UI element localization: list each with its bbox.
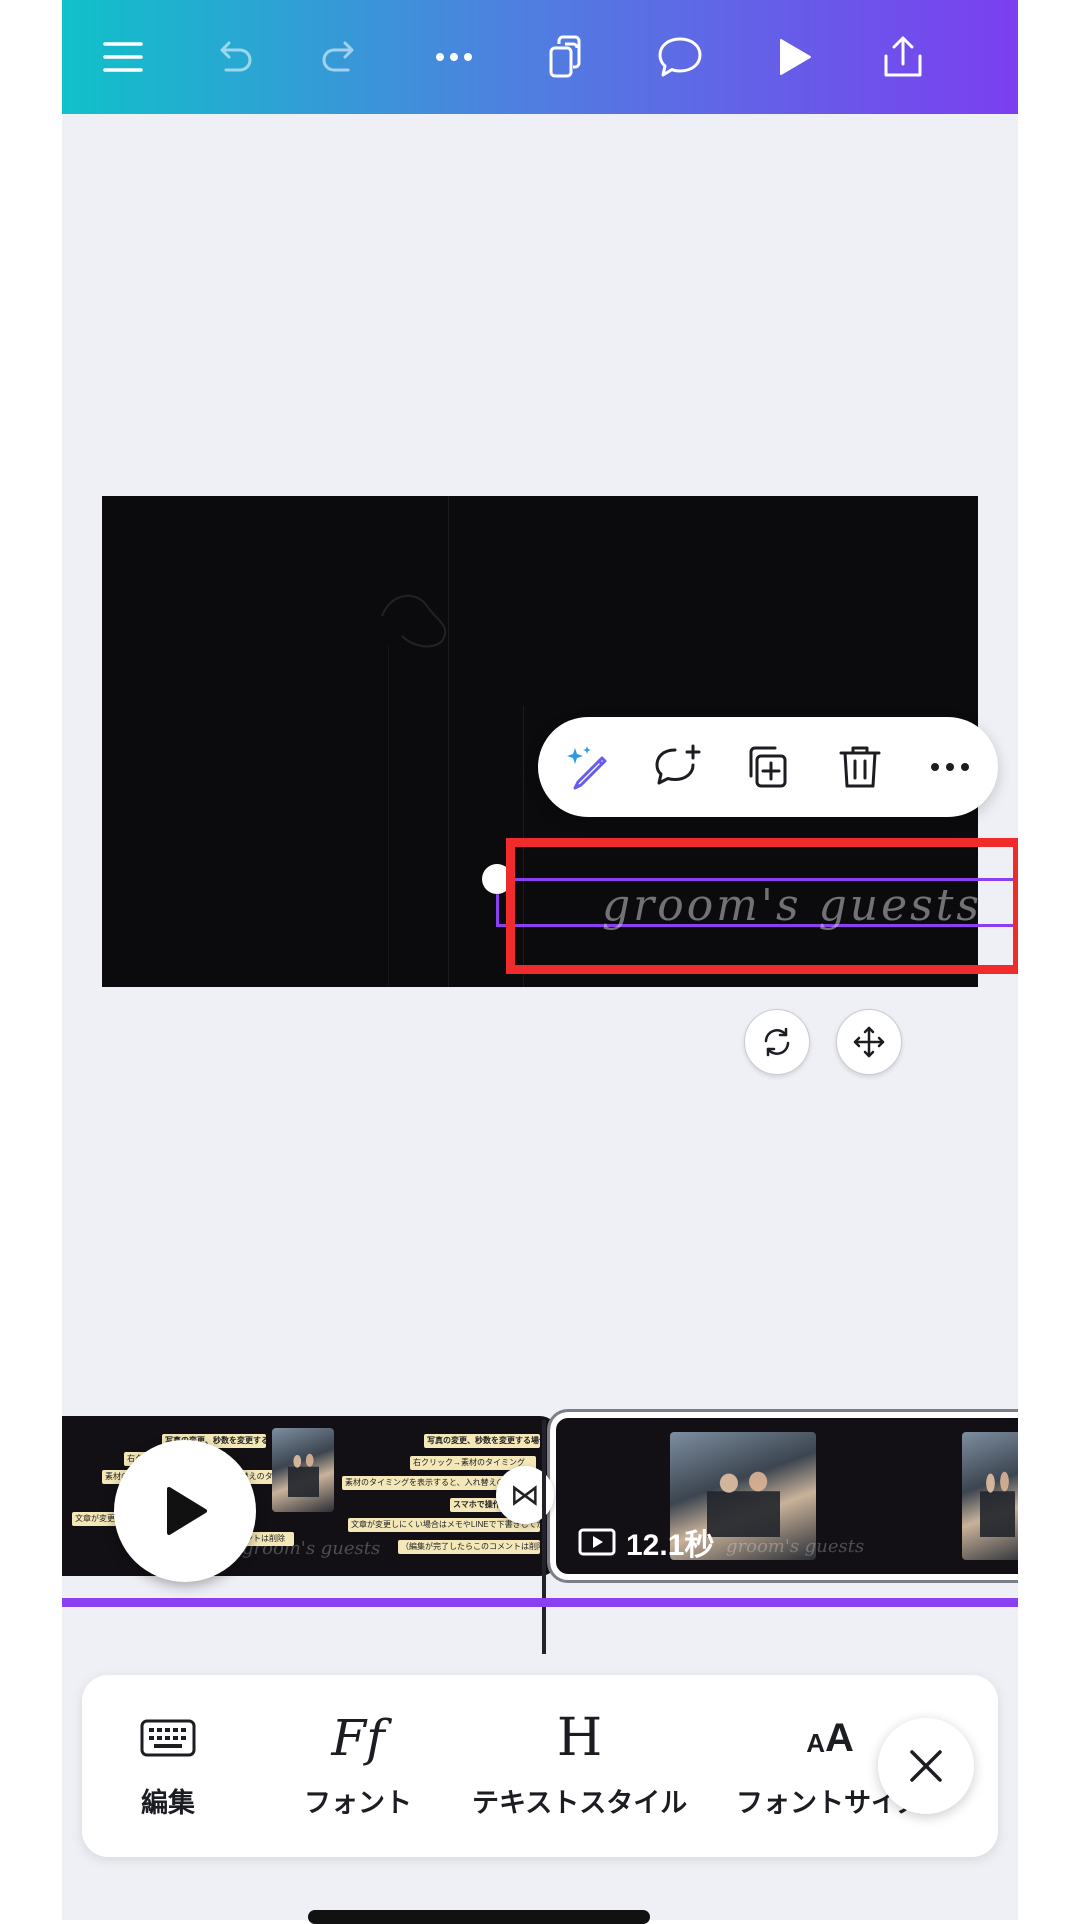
- timeline-progress-bar: [62, 1598, 1018, 1607]
- home-indicator[interactable]: [308, 1910, 650, 1924]
- clip-duration: 12.1秒: [578, 1522, 714, 1562]
- close-tools-button[interactable]: [878, 1718, 974, 1814]
- share-icon[interactable]: [868, 22, 938, 92]
- clip-note: （編集が完了したらこのコメントは削除: [398, 1540, 540, 1554]
- move-button[interactable]: [836, 1009, 902, 1075]
- move-icon: [853, 1026, 885, 1058]
- more-icon[interactable]: [419, 22, 489, 92]
- text-style-glyph: H: [556, 1708, 603, 1768]
- pages-icon[interactable]: [532, 22, 602, 92]
- more-icon[interactable]: [920, 737, 980, 797]
- font-size-icon: AA: [806, 1715, 854, 1760]
- font-icon: Ff: [331, 1705, 384, 1771]
- delete-icon[interactable]: [830, 737, 890, 797]
- tool-text-style[interactable]: H テキストスタイル: [472, 1705, 687, 1820]
- clip-photo: [272, 1428, 334, 1512]
- menu-icon[interactable]: [88, 22, 158, 92]
- comment-icon[interactable]: [645, 22, 715, 92]
- tool-font[interactable]: Ff フォント: [304, 1705, 412, 1820]
- close-icon: [910, 1750, 942, 1782]
- rotate-icon: [764, 1027, 790, 1057]
- keyboard-icon: [140, 1705, 196, 1771]
- clip-note: 写真の変更、秒数を変更する場合: [424, 1434, 540, 1448]
- text-style-icon: H: [557, 1705, 602, 1771]
- context-menu: [538, 717, 998, 817]
- clip-duration-label: 12.1秒: [626, 1529, 715, 1562]
- tool-font-label: フォント: [304, 1788, 412, 1818]
- tool-text-style-label: テキストスタイル: [472, 1788, 688, 1818]
- faint-ornament: [381, 594, 447, 648]
- text-tools-panel: 編集 Ff フォント H テキストスタイル AA フォントサイズ: [82, 1675, 998, 1857]
- duplicate-icon[interactable]: [738, 737, 798, 797]
- video-icon: [578, 1528, 616, 1556]
- clip-photo: [962, 1432, 1018, 1560]
- highlight-box: [506, 838, 1018, 974]
- top-toolbar: [62, 0, 1018, 114]
- magic-edit-icon[interactable]: [558, 737, 618, 797]
- undo-icon[interactable]: [198, 22, 268, 92]
- timeline-play-button[interactable]: [114, 1440, 256, 1582]
- guide-line: [388, 646, 389, 987]
- redo-icon[interactable]: [306, 22, 376, 92]
- clip-caption: groom's guests: [242, 1538, 381, 1559]
- add-comment-icon[interactable]: [648, 737, 708, 797]
- rotate-button[interactable]: [744, 1009, 810, 1075]
- play-icon: [167, 1487, 207, 1535]
- playhead[interactable]: [542, 1420, 546, 1654]
- tool-edit[interactable]: 編集: [140, 1705, 196, 1820]
- font-glyph: Ff: [331, 1709, 385, 1767]
- tool-edit-label: 編集: [141, 1788, 195, 1818]
- clip-caption: groom's guests: [726, 1536, 865, 1557]
- transition-icon: ⋈: [510, 1478, 540, 1512]
- play-icon[interactable]: [758, 22, 828, 92]
- guide-line: [448, 496, 449, 987]
- app-screen: groom's guests 写 変更、秒数を変更する 写真の変更、秒数を変更す…: [62, 0, 1018, 1920]
